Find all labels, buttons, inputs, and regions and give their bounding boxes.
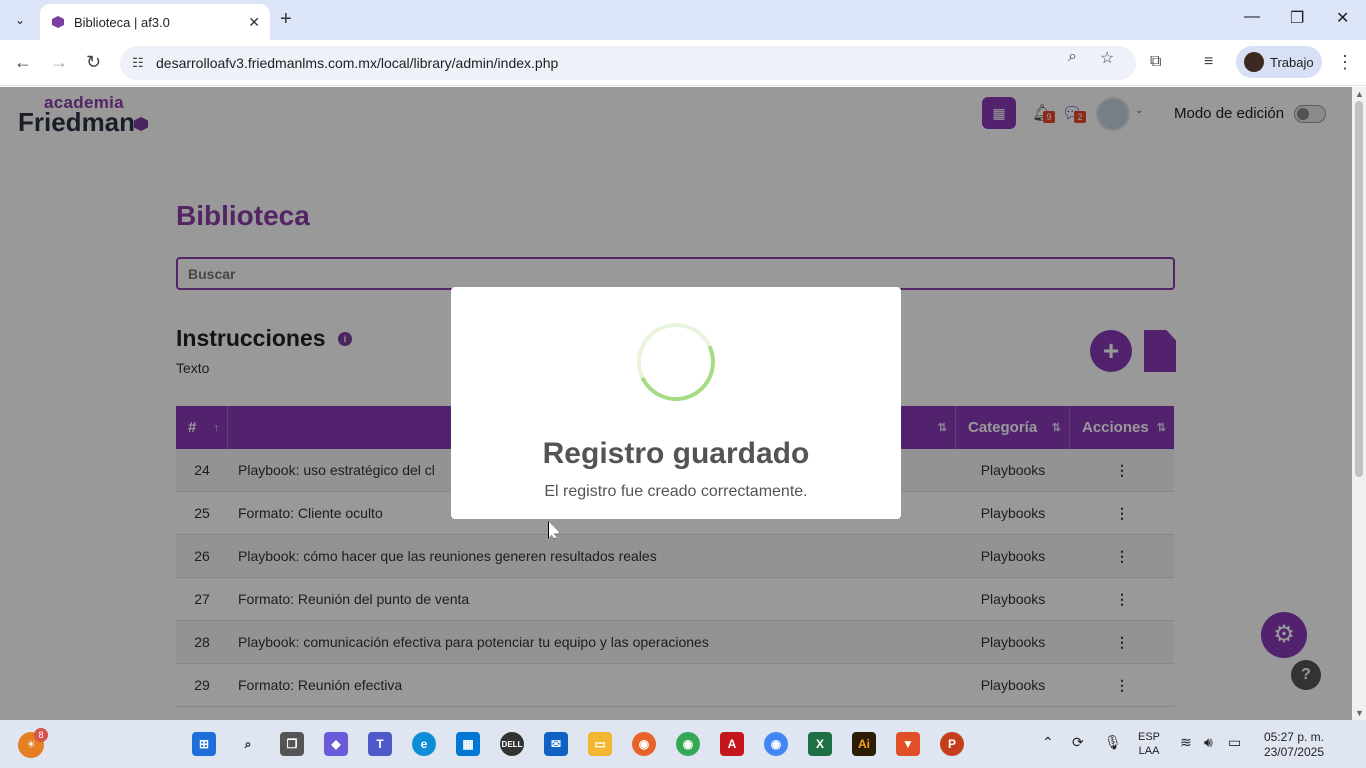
page-scrollbar[interactable]: ▲ ▼ xyxy=(1352,87,1366,720)
new-tab-icon[interactable]: + xyxy=(280,8,292,31)
weather-badge: 8 xyxy=(34,728,48,742)
battery-icon[interactable]: ▭ xyxy=(1228,734,1241,751)
window-close-icon[interactable]: ✕ xyxy=(1336,8,1349,28)
browser-toolbar: ← → ↻ ☷ desarrolloafv3.friedmanlms.com.m… xyxy=(0,40,1366,86)
edge-icon[interactable]: e xyxy=(412,732,436,756)
store-icon[interactable]: ▦ xyxy=(456,732,480,756)
scroll-down-icon[interactable]: ▼ xyxy=(1355,708,1364,718)
search-icon[interactable]: ⌕ xyxy=(236,732,260,756)
media-control-icon[interactable]: ≡ xyxy=(1204,53,1213,71)
powerpoint-icon[interactable]: P xyxy=(940,732,964,756)
illustrator-icon[interactable]: Ai xyxy=(852,732,876,756)
site-info-icon[interactable]: ☷ xyxy=(132,55,144,71)
wifi-icon[interactable]: ≋ xyxy=(1180,734,1192,751)
zoom-icon[interactable]: ⌕ xyxy=(1068,48,1077,66)
sync-icon[interactable]: ⟳ xyxy=(1072,734,1084,751)
lang-line2: LAA xyxy=(1138,745,1160,757)
windows-taskbar: ☀ 8 ⊞ ⌕ ❐ ◆ T e ▦ DELL ✉ ▭ ◉ ◉ A ◉ X Ai … xyxy=(0,720,1366,768)
start-icon[interactable]: ⊞ xyxy=(192,732,216,756)
microphone-icon[interactable]: 🎙︎ xyxy=(1104,734,1122,751)
minimize-icon[interactable]: — xyxy=(1244,8,1260,26)
dell-icon[interactable]: DELL xyxy=(500,732,524,756)
back-icon[interactable]: ← xyxy=(14,52,32,73)
excel-icon[interactable]: X xyxy=(808,732,832,756)
acrobat-icon[interactable]: A xyxy=(720,732,744,756)
favicon-icon xyxy=(52,16,64,28)
address-bar[interactable]: ☷ desarrolloafv3.friedmanlms.com.mx/loca… xyxy=(120,46,1136,80)
tab-title: Biblioteca | af3.0 xyxy=(74,14,170,30)
dialog-title: Registro guardado xyxy=(542,437,810,470)
forward-icon[interactable]: → xyxy=(50,52,68,73)
profile-button[interactable]: Trabajo xyxy=(1236,46,1322,78)
profile-avatar xyxy=(1244,52,1264,72)
file-explorer-icon[interactable]: ▭ xyxy=(588,732,612,756)
scroll-thumb[interactable] xyxy=(1355,101,1363,477)
brave-icon[interactable]: ▼ xyxy=(896,732,920,756)
success-spinner-icon xyxy=(626,312,726,412)
lang-line1: ESP xyxy=(1138,731,1161,743)
reload-icon[interactable]: ↻ xyxy=(86,52,101,73)
teams-icon[interactable]: T xyxy=(368,732,392,756)
chrome-icon[interactable]: ◉ xyxy=(676,732,700,756)
success-dialog: Registro guardado El registro fue creado… xyxy=(451,287,901,519)
restore-icon[interactable]: ❐ xyxy=(1290,8,1304,28)
task-view-icon[interactable]: ❐ xyxy=(280,732,304,756)
language-indicator[interactable]: ESP LAA xyxy=(1138,730,1160,758)
mail-icon[interactable]: ✉ xyxy=(544,732,568,756)
browser-menu-icon[interactable]: ⋮ xyxy=(1336,52,1354,73)
extensions-icon[interactable]: ⧉ xyxy=(1150,53,1161,71)
chrome-profile-icon[interactable]: ◉ xyxy=(764,732,788,756)
scroll-up-icon[interactable]: ▲ xyxy=(1355,89,1364,99)
dialog-message: El registro fue creado correctamente. xyxy=(544,483,808,500)
tab-search-icon[interactable]: ⌄ xyxy=(6,6,34,34)
copilot-icon[interactable]: ◆ xyxy=(324,732,348,756)
browser-tab-bar: ⌄ Biblioteca | af3.0 ✕ + — ❐ ✕ xyxy=(0,0,1366,40)
system-clock[interactable]: 05:27 p. m. 23/07/2025 xyxy=(1258,730,1324,760)
clock-time: 05:27 p. m. xyxy=(1263,730,1324,744)
clock-date: 23/07/2025 xyxy=(1263,745,1324,759)
browser-tab[interactable]: Biblioteca | af3.0 ✕ xyxy=(40,4,270,40)
url-text: desarrolloafv3.friedmanlms.com.mx/local/… xyxy=(156,55,559,71)
volume-icon[interactable]: 🔊︎ xyxy=(1204,734,1213,751)
bookmark-star-icon[interactable]: ☆ xyxy=(1100,48,1114,68)
firefox-icon[interactable]: ◉ xyxy=(632,732,656,756)
tab-close-icon[interactable]: ✕ xyxy=(248,14,260,31)
profile-name: Trabajo xyxy=(1270,54,1314,70)
tray-chevron-icon[interactable]: ⌃ xyxy=(1042,734,1054,751)
